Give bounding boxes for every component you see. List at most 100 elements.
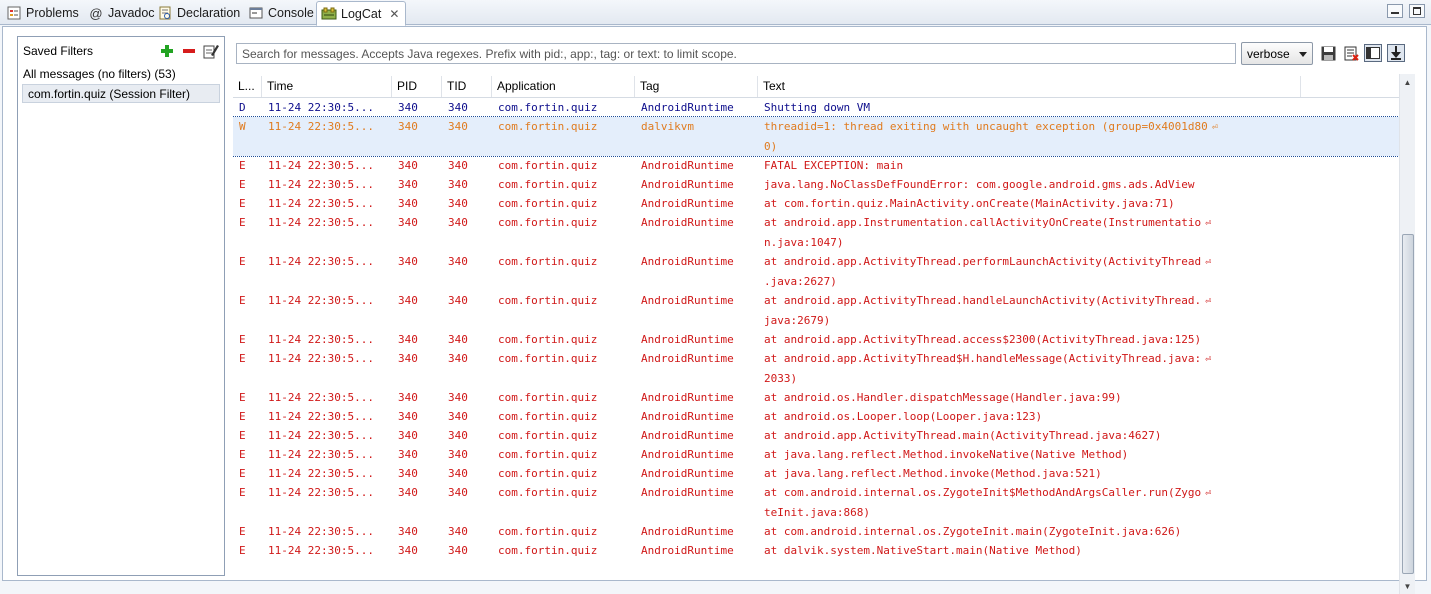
log-time-cell: 11-24 22:30:5... <box>268 525 374 538</box>
log-row[interactable]: E 11-24 22:30:5... 340 340 com.fortin.quiz An… <box>233 213 1415 252</box>
column-header-tid[interactable]: TID <box>442 76 492 97</box>
log-pid-cell: 340 <box>398 197 418 210</box>
log-row[interactable]: E 11-24 22:30:5... 340 340 com.fortin.quiz An… <box>233 252 1415 291</box>
log-row[interactable]: E 11-24 22:30:5... 340 340 com.fortin.quiz An… <box>233 407 1415 426</box>
filter-all-messages[interactable]: All messages (no filters) (53) <box>18 65 224 84</box>
log-application-cell: com.fortin.quiz <box>498 352 598 365</box>
log-row[interactable]: E 11-24 22:30:5... 340 340 com.fortin.quiz An… <box>233 175 1415 194</box>
log-time-cell: 11-24 22:30:5... <box>268 255 374 268</box>
log-row[interactable]: E 11-24 22:30:5... 340 340 com.fortin.quiz An… <box>233 291 1415 330</box>
log-text-cell: at java.lang.reflect.Method.invoke(Metho… <box>758 464 1298 483</box>
saved-filters-title: Saved Filters <box>23 44 94 58</box>
log-tid-cell: 340 <box>448 391 468 404</box>
scrollbar-thumb[interactable] <box>1402 234 1414 574</box>
log-tag-cell: AndroidRuntime <box>641 544 734 557</box>
log-row[interactable]: E 11-24 22:30:5... 340 340 com.fortin.quiz An… <box>233 522 1415 541</box>
log-level-cell: E <box>239 410 246 423</box>
filter-session[interactable]: com.fortin.quiz (Session Filter) <box>22 84 220 103</box>
log-text-cell: at com.android.internal.os.ZygoteInit$Me… <box>758 483 1298 522</box>
save-icon[interactable] <box>1319 44 1337 62</box>
log-tid-cell: 340 <box>448 429 468 442</box>
remove-filter-icon[interactable] <box>181 43 197 59</box>
tab-javadoc[interactable]: @ Javadoc <box>84 1 161 25</box>
column-header-time[interactable]: Time <box>262 76 392 97</box>
log-pid-cell: 340 <box>398 486 418 499</box>
log-row[interactable]: E 11-24 22:30:5... 340 340 com.fortin.quiz An… <box>233 426 1415 445</box>
log-tid-cell: 340 <box>448 525 468 538</box>
log-text-cell: at android.os.Looper.loop(Looper.java:12… <box>758 407 1298 426</box>
minimize-icon[interactable] <box>1387 4 1403 18</box>
log-pid-cell: 340 <box>398 391 418 404</box>
log-level-cell: D <box>239 101 246 114</box>
log-table-header: L... Time PID TID Application Tag Text <box>233 76 1415 98</box>
clear-log-icon[interactable] <box>1342 44 1360 62</box>
toggle-filters-icon[interactable] <box>1364 44 1382 62</box>
log-text-line: threadid=1: thread exiting with uncaught… <box>764 120 1208 133</box>
log-row[interactable]: E 11-24 22:30:5... 340 340 com.fortin.quiz An… <box>233 483 1415 522</box>
log-level-cell: E <box>239 544 246 557</box>
log-text-line: 0) <box>764 140 778 153</box>
log-pid-cell: 340 <box>398 429 418 442</box>
log-pid-cell: 340 <box>398 216 418 229</box>
log-level-cell: E <box>239 216 246 229</box>
log-row[interactable]: E 11-24 22:30:5... 340 340 com.fortin.quiz An… <box>233 330 1415 349</box>
close-icon[interactable]: ✕ <box>389 7 399 21</box>
log-pid-cell: 340 <box>398 120 418 133</box>
column-header-application[interactable]: Application <box>492 76 635 97</box>
log-row[interactable]: E 11-24 22:30:5... 340 340 com.fortin.quiz An… <box>233 156 1415 175</box>
log-row[interactable]: E 11-24 22:30:5... 340 340 com.fortin.quiz An… <box>233 445 1415 464</box>
scroll-up-icon[interactable]: ▲ <box>1400 74 1415 90</box>
log-pid-cell: 340 <box>398 333 418 346</box>
log-row[interactable]: E 11-24 22:30:5... 340 340 com.fortin.quiz An… <box>233 349 1415 388</box>
console-icon <box>248 5 264 21</box>
log-level-cell: E <box>239 197 246 210</box>
scroll-lock-icon[interactable] <box>1387 44 1405 62</box>
chevron-down-icon <box>1299 47 1307 61</box>
log-row[interactable]: E 11-24 22:30:5... 340 340 com.fortin.quiz An… <box>233 194 1415 213</box>
tab-console[interactable]: Console <box>244 1 320 25</box>
log-tid-cell: 340 <box>448 467 468 480</box>
line-wrap-icon: ⏎ <box>1211 122 1218 133</box>
log-tag-cell: AndroidRuntime <box>641 294 734 307</box>
edit-filter-icon[interactable] <box>203 43 219 59</box>
log-text-line: at com.android.internal.os.ZygoteInit.ma… <box>764 525 1182 538</box>
log-row[interactable]: D 11-24 22:30:5... 340 340 com.fortin.quiz An… <box>233 98 1415 117</box>
log-application-cell: com.fortin.quiz <box>498 216 598 229</box>
log-row[interactable]: E 11-24 22:30:5... 340 340 com.fortin.quiz An… <box>233 541 1415 560</box>
log-tag-cell: AndroidRuntime <box>641 333 734 346</box>
log-tid-cell: 340 <box>448 448 468 461</box>
problems-icon <box>6 5 22 21</box>
maximize-icon[interactable] <box>1409 4 1425 18</box>
log-row[interactable]: E 11-24 22:30:5... 340 340 com.fortin.quiz An… <box>233 388 1415 407</box>
tab-declaration[interactable]: Declaration <box>153 1 246 25</box>
log-time-cell: 11-24 22:30:5... <box>268 178 374 191</box>
log-row[interactable]: E 11-24 22:30:5... 340 340 com.fortin.quiz An… <box>233 464 1415 483</box>
log-text-cell: at android.app.Instrumentation.callActiv… <box>758 213 1298 252</box>
column-header-level[interactable]: L... <box>233 76 262 97</box>
column-header-pid[interactable]: PID <box>392 76 442 97</box>
log-text-line: at android.app.Instrumentation.callActiv… <box>764 216 1202 229</box>
log-text-cell: at com.android.internal.os.ZygoteInit.ma… <box>758 522 1298 541</box>
tab-problems[interactable]: Problems <box>2 1 85 25</box>
column-header-tag[interactable]: Tag <box>635 76 758 97</box>
search-input[interactable] <box>236 43 1236 64</box>
vertical-scrollbar[interactable]: ▲ ▼ <box>1399 74 1415 594</box>
log-rows: D 11-24 22:30:5... 340 340 com.fortin.quiz An… <box>233 98 1415 560</box>
tab-logcat[interactable]: LogCat ✕ <box>316 1 407 26</box>
log-row[interactable]: W 11-24 22:30:5... 340 340 com.fortin.quiz da… <box>233 116 1415 157</box>
scroll-down-icon[interactable]: ▼ <box>1400 578 1415 594</box>
log-tid-cell: 340 <box>448 197 468 210</box>
add-filter-icon[interactable] <box>159 43 175 59</box>
log-text-cell: FATAL EXCEPTION: main <box>758 156 1298 175</box>
log-level-select[interactable]: verbose <box>1241 42 1313 65</box>
log-text-line: n.java:1047) <box>764 236 844 249</box>
log-time-cell: 11-24 22:30:5... <box>268 197 374 210</box>
log-tid-cell: 340 <box>448 410 468 423</box>
log-level-value: verbose <box>1247 46 1290 61</box>
log-level-cell: E <box>239 159 246 172</box>
log-text-line: at android.os.Handler.dispatchMessage(Ha… <box>764 391 1122 404</box>
column-header-text[interactable]: Text <box>758 76 1301 97</box>
log-application-cell: com.fortin.quiz <box>498 467 598 480</box>
log-text-line: at android.app.ActivityThread.performLau… <box>764 255 1202 268</box>
log-pid-cell: 340 <box>398 255 418 268</box>
